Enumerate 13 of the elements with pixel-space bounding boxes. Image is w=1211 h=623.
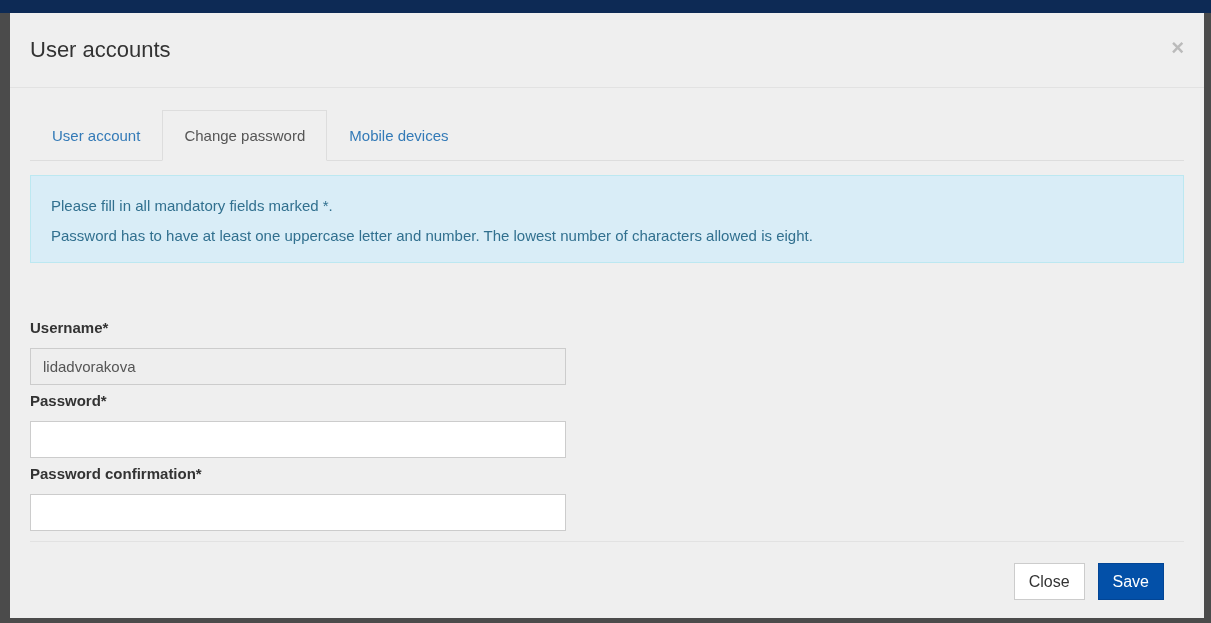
alert-text: Password has to have at least one uppercase letter and number. The lowest number of characters allowed is eight.	[51, 226, 814, 246]
input-field[interactable]	[30, 494, 566, 531]
field-label: Username*	[30, 318, 110, 338]
input-field[interactable]	[30, 421, 566, 458]
save-button[interactable]: Save	[1097, 563, 1164, 600]
alert-text: Please fill in all mandatory fields marked *.	[51, 196, 334, 216]
tab[interactable]: User account	[30, 110, 163, 161]
tab[interactable]: Change password	[162, 110, 328, 161]
dialog-title: User accounts	[30, 36, 171, 64]
field-label: Password confirmation*	[30, 464, 203, 484]
tab[interactable]: Mobile devices	[327, 110, 471, 161]
field-label: Password*	[30, 391, 108, 411]
close-button[interactable]: Close	[1013, 563, 1085, 600]
